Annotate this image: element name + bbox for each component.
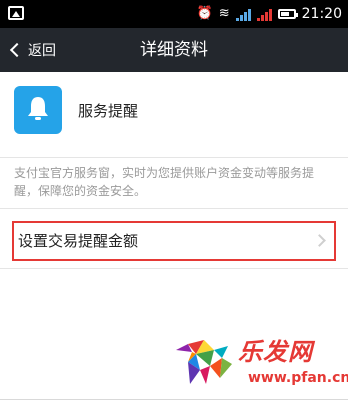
set-trade-alert-amount-row[interactable]: 设置交易提醒金额 — [12, 221, 336, 261]
bull-logo-icon — [176, 340, 232, 384]
bell-icon — [28, 97, 48, 120]
gallery-icon — [8, 6, 24, 20]
service-avatar — [14, 86, 62, 134]
watermark: 乐发网 www.pfan.cn — [170, 324, 348, 400]
service-header: 服务提醒 — [14, 86, 138, 134]
service-name: 服务提醒 — [78, 101, 139, 120]
watermark-url: www.pfan.cn — [248, 370, 348, 386]
status-bar: ⏰ ≋ 21:20 — [0, 0, 348, 28]
chevron-right-icon — [313, 234, 326, 247]
status-icons: ⏰ ≋ 21:20 — [197, 4, 342, 24]
alarm-icon: ⏰ — [196, 6, 213, 21]
divider — [0, 157, 348, 158]
row-label: 设置交易提醒金额 — [18, 232, 139, 250]
service-description: 支付宝官方服务窗，实时为您提供账户资金变动等服务提醒，保障您的资金安全。 — [14, 166, 315, 198]
page-title: 详细资料 — [140, 40, 208, 60]
signal-icon-2 — [256, 7, 272, 21]
status-time: 21:20 — [301, 6, 342, 22]
divider — [0, 268, 348, 269]
wifi-icon: ≋ — [218, 6, 230, 21]
watermark-brand: 乐发网 — [238, 338, 313, 366]
details-content: 服务提醒 支付宝官方服务窗，实时为您提供账户资金变动等服务提醒，保障您的资金安全… — [0, 72, 348, 400]
divider — [0, 208, 348, 209]
nav-bar: 返回 详细资料 — [0, 28, 348, 72]
signal-icon-1 — [235, 7, 251, 21]
battery-icon — [277, 9, 298, 19]
